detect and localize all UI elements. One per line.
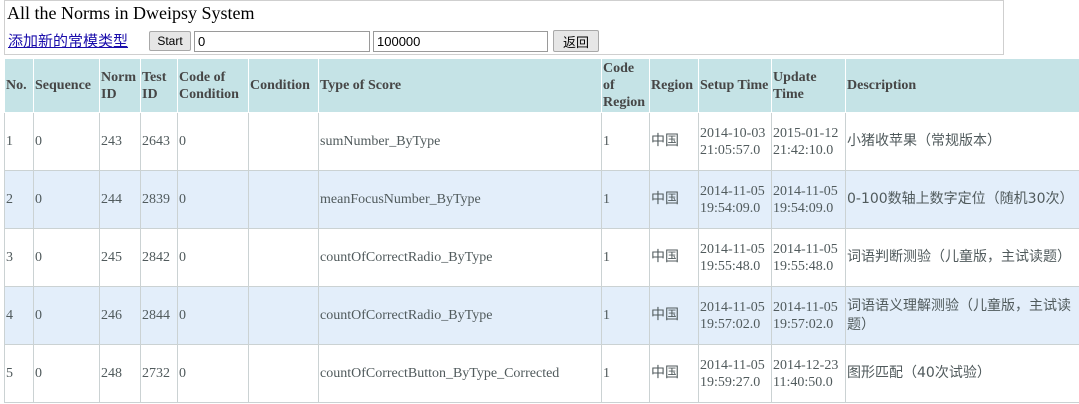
cell-norm-id: 243 xyxy=(99,112,141,171)
cell-test-id: 2844 xyxy=(140,286,178,345)
column-header-test-id: Test ID xyxy=(140,58,178,113)
cell-condition xyxy=(248,228,319,287)
range-from-input[interactable]: 0 xyxy=(194,31,370,52)
cell-description: 0-100数轴上数字定位（随机30次） xyxy=(845,170,1079,229)
cell-description: 小猪收苹果（常规版本） xyxy=(845,112,1079,171)
cell-sequence: 0 xyxy=(33,286,100,345)
back-button[interactable]: 返回 xyxy=(553,30,599,52)
norms-table: No. Sequence Norm ID Test ID Code of Con… xyxy=(4,58,1079,403)
cell-description: 图形匹配（40次试验） xyxy=(845,344,1079,403)
cell-test-id: 2732 xyxy=(140,344,178,403)
cell-region: 中国 xyxy=(649,170,699,229)
cell-norm-id: 248 xyxy=(99,344,141,403)
table-header-row: No. Sequence Norm ID Test ID Code of Con… xyxy=(4,58,1079,113)
cell-code-of-condition: 0 xyxy=(177,228,249,287)
column-header-code-of-condition: Code of Condition xyxy=(177,58,249,113)
cell-norm-id: 244 xyxy=(99,170,141,229)
page-title: All the Norms in Dweipsy System xyxy=(7,3,255,23)
cell-update-time: 2014-11-05 19:55:48.0 xyxy=(771,228,846,287)
cell-test-id: 2643 xyxy=(140,112,178,171)
cell-setup-time: 2014-11-05 19:57:02.0 xyxy=(698,286,772,345)
cell-setup-time: 2014-11-05 19:54:09.0 xyxy=(698,170,772,229)
column-header-type-of-score: Type of Score xyxy=(318,58,602,113)
cell-code-of-condition: 0 xyxy=(177,112,249,171)
cell-type-of-score: meanFocusNumber_ByType xyxy=(318,170,602,229)
cell-description: 词语语义理解测验（儿童版，主试读题） xyxy=(845,286,1079,345)
cell-norm-id: 246 xyxy=(99,286,141,345)
cell-code-of-region: 1 xyxy=(601,112,650,171)
cell-update-time: 2015-01-12 21:42:10.0 xyxy=(771,112,846,171)
cell-no: 1 xyxy=(4,112,34,171)
cell-region: 中国 xyxy=(649,286,699,345)
cell-no: 3 xyxy=(4,228,34,287)
cell-code-of-region: 1 xyxy=(601,286,650,345)
cell-code-of-region: 1 xyxy=(601,170,650,229)
column-header-region: Region xyxy=(649,58,699,113)
cell-region: 中国 xyxy=(649,344,699,403)
cell-update-time: 2014-12-23 11:40:50.0 xyxy=(771,344,846,403)
cell-setup-time: 2014-11-05 19:59:27.0 xyxy=(698,344,772,403)
cell-region: 中国 xyxy=(649,228,699,287)
cell-sequence: 0 xyxy=(33,228,100,287)
cell-sequence: 0 xyxy=(33,112,100,171)
table-row: 1 0 243 2643 0 sumNumber_ByType 1 中国 201… xyxy=(4,112,1079,171)
cell-condition xyxy=(248,286,319,345)
range-to-input[interactable]: 100000 xyxy=(373,31,548,52)
cell-code-of-region: 1 xyxy=(601,344,650,403)
cell-update-time: 2014-11-05 19:54:09.0 xyxy=(771,170,846,229)
start-button[interactable]: Start xyxy=(149,31,191,51)
cell-test-id: 2839 xyxy=(140,170,178,229)
cell-no: 2 xyxy=(4,170,34,229)
cell-condition xyxy=(248,344,319,403)
cell-type-of-score: sumNumber_ByType xyxy=(318,112,602,171)
cell-condition xyxy=(248,112,319,171)
cell-sequence: 0 xyxy=(33,344,100,403)
column-header-code-of-region: Code of Region xyxy=(601,58,650,113)
column-header-setup-time: Setup Time xyxy=(698,58,772,113)
add-norm-type-link[interactable]: 添加新的常模类型 xyxy=(8,30,128,51)
column-header-description: Description xyxy=(845,58,1079,113)
table-row: 5 0 248 2732 0 countOfCorrectButton_ByTy… xyxy=(4,344,1079,403)
cell-region: 中国 xyxy=(649,112,699,171)
cell-type-of-score: countOfCorrectButton_ByType_Corrected xyxy=(318,344,602,403)
cell-code-of-condition: 0 xyxy=(177,170,249,229)
cell-code-of-condition: 0 xyxy=(177,286,249,345)
cell-norm-id: 245 xyxy=(99,228,141,287)
column-header-norm-id: Norm ID xyxy=(99,58,141,113)
cell-setup-time: 2014-11-05 19:55:48.0 xyxy=(698,228,772,287)
column-header-condition: Condition xyxy=(248,58,319,113)
header-panel: All the Norms in Dweipsy System 添加新的常模类型… xyxy=(4,0,1004,55)
table-row: 3 0 245 2842 0 countOfCorrectRadio_ByTyp… xyxy=(4,228,1079,287)
cell-sequence: 0 xyxy=(33,170,100,229)
cell-no: 4 xyxy=(4,286,34,345)
cell-code-of-region: 1 xyxy=(601,228,650,287)
cell-code-of-condition: 0 xyxy=(177,344,249,403)
column-header-update-time: Update Time xyxy=(771,58,846,113)
cell-description: 词语判断测验（儿童版，主试读题） xyxy=(845,228,1079,287)
table-row: 2 0 244 2839 0 meanFocusNumber_ByType 1 … xyxy=(4,170,1079,229)
toolbar: 添加新的常模类型 Start 0 100000 返回 xyxy=(7,30,997,52)
cell-type-of-score: countOfCorrectRadio_ByType xyxy=(318,228,602,287)
column-header-no: No. xyxy=(4,58,34,113)
cell-setup-time: 2014-10-03 21:05:57.0 xyxy=(698,112,772,171)
cell-test-id: 2842 xyxy=(140,228,178,287)
cell-no: 5 xyxy=(4,344,34,403)
column-header-sequence: Sequence xyxy=(33,58,100,113)
table-row: 4 0 246 2844 0 countOfCorrectRadio_ByTyp… xyxy=(4,286,1079,345)
cell-type-of-score: countOfCorrectRadio_ByType xyxy=(318,286,602,345)
cell-condition xyxy=(248,170,319,229)
cell-update-time: 2014-11-05 19:57:02.0 xyxy=(771,286,846,345)
